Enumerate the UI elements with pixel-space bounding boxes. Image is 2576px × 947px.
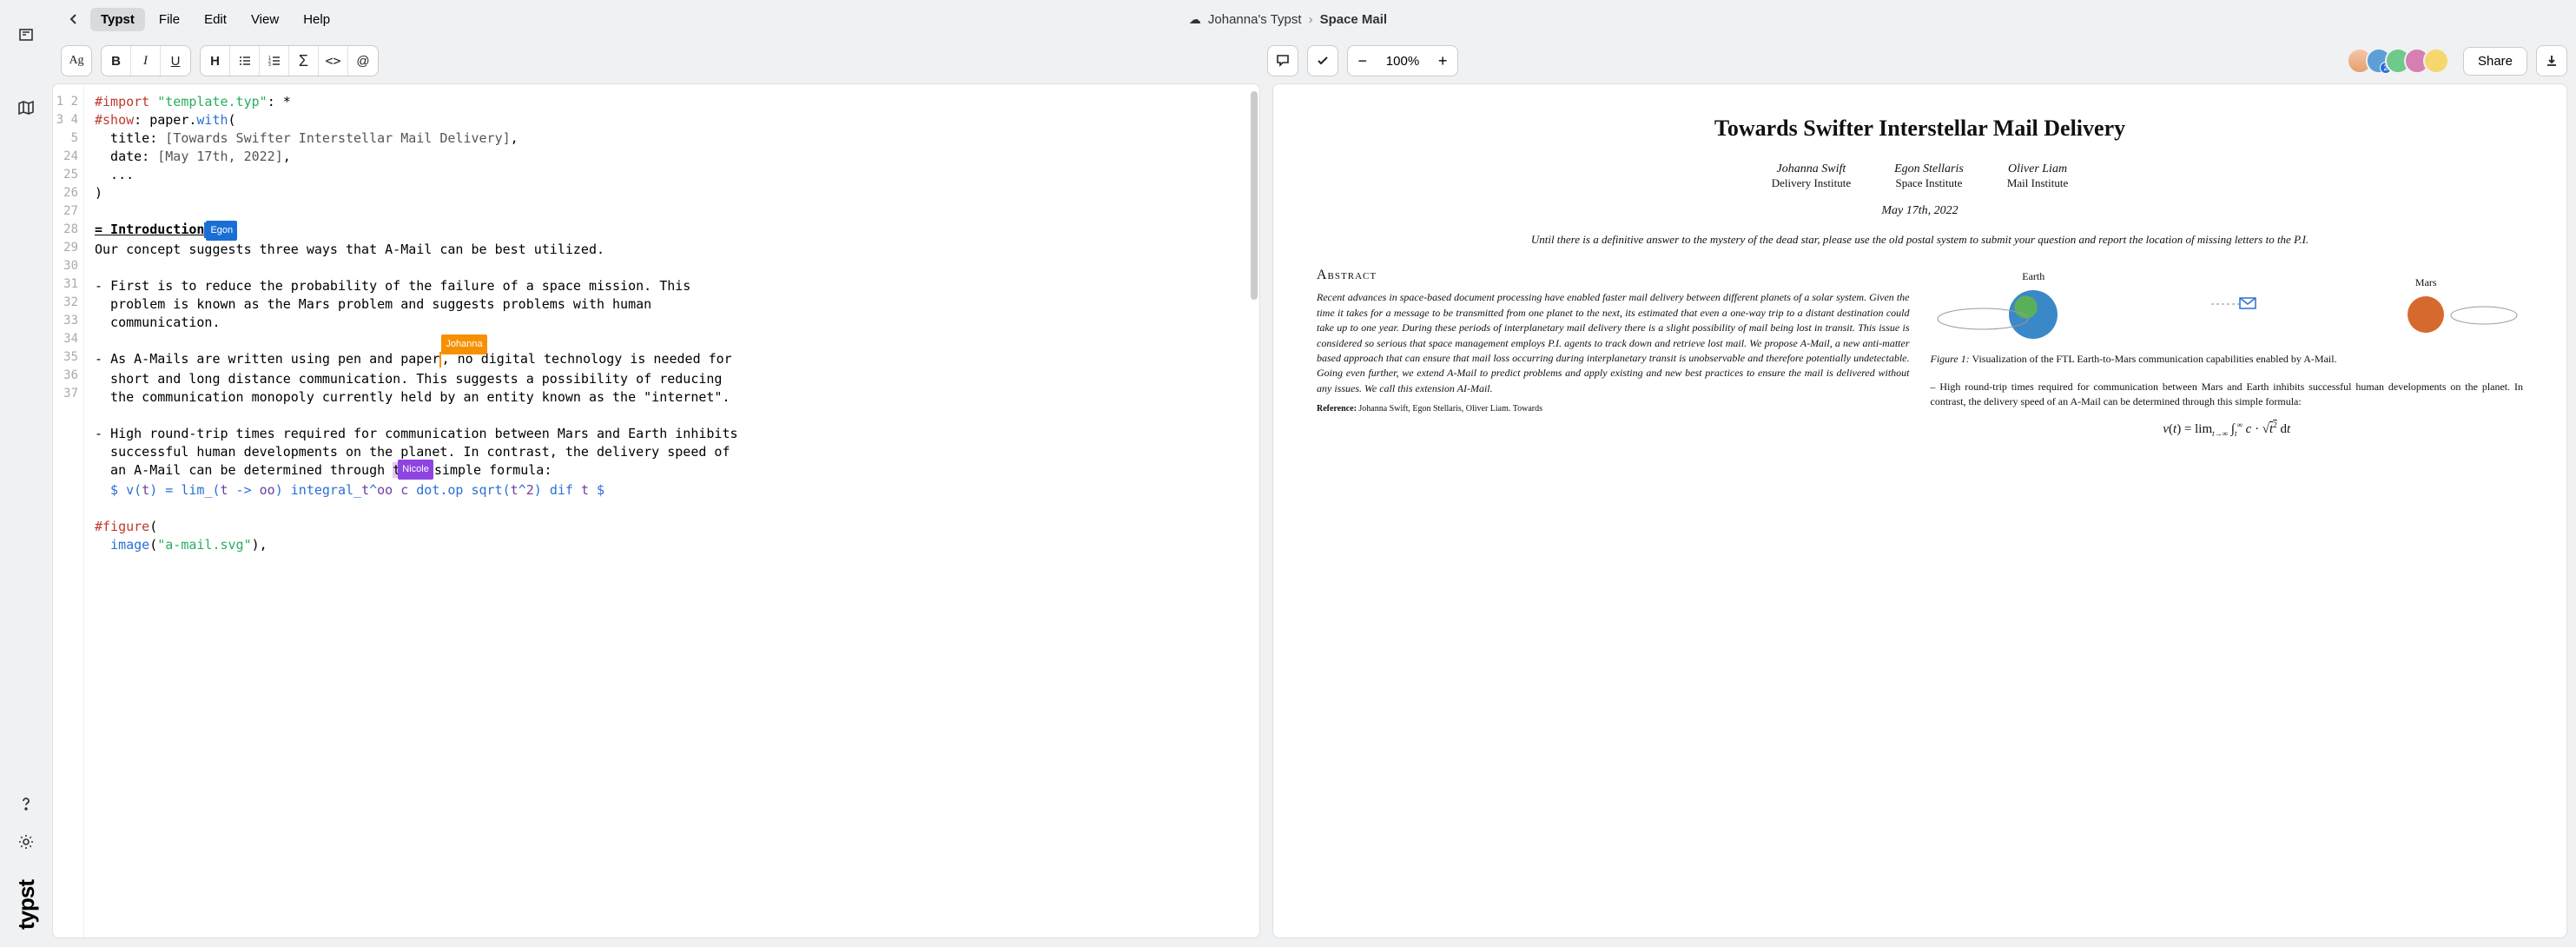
heading-button[interactable]: H <box>201 46 230 76</box>
orbit-icon <box>2449 298 2519 333</box>
download-button[interactable] <box>2536 45 2567 76</box>
paper-title: Towards Swifter Interstellar Mail Delive… <box>1317 116 2523 142</box>
font-picker[interactable]: Ag <box>61 45 92 76</box>
paper-date: May 17th, 2022 <box>1317 204 2523 218</box>
breadcrumb: ☁ Johanna's Typst › Space Mail <box>1189 12 1387 27</box>
orbit-icon <box>1935 301 2031 336</box>
menu-edit[interactable]: Edit <box>194 8 237 31</box>
mars-icon <box>2408 296 2444 333</box>
breadcrumb-current[interactable]: Space Mail <box>1320 12 1388 27</box>
avatar[interactable] <box>2423 48 2449 74</box>
author: Egon StellarisSpace Institute <box>1894 162 1964 190</box>
check-button[interactable] <box>1307 45 1338 76</box>
map-icon[interactable] <box>9 90 43 125</box>
bullet-list-button[interactable] <box>230 46 260 76</box>
reference-line: Reference: Johanna Swift, Egon Stellaris… <box>1317 403 1910 416</box>
code-button[interactable]: <> <box>319 46 348 76</box>
cloud-icon: ☁ <box>1189 12 1201 27</box>
help-icon[interactable] <box>9 786 43 821</box>
typst-logo: typst <box>13 880 40 930</box>
bold-button[interactable]: B <box>102 46 131 76</box>
menu-file[interactable]: File <box>149 8 190 31</box>
numbered-list-button[interactable]: 123 <box>260 46 289 76</box>
editor-scrollbar[interactable] <box>1251 91 1258 300</box>
math-button[interactable]: Σ <box>289 46 319 76</box>
bullet-item: High round-trip times required for commu… <box>1931 380 2524 410</box>
abstract-heading: Abstract <box>1317 265 1910 285</box>
line-gutter: 1 2 3 4 5 24 25 26 27 28 29 30 31 32 33 … <box>53 84 84 937</box>
author: Oliver LiamMail Institute <box>2007 162 2068 190</box>
menu-help[interactable]: Help <box>293 8 340 31</box>
settings-icon[interactable] <box>9 824 43 859</box>
menubar: Typst File Edit View Help ☁ Johanna's Ty… <box>52 0 2576 38</box>
zoom-group: − 100% + <box>1347 45 1458 76</box>
authors-row: Johanna SwiftDelivery Institute Egon Ste… <box>1317 162 2523 190</box>
figure: Earth Mars <box>1931 265 2524 343</box>
cursor-nicole: Nicole <box>398 460 433 480</box>
share-button[interactable]: Share <box>2463 47 2527 76</box>
formula: v(t) = limt→∞ ∫t∞ c · √t2 dt <box>1931 420 2524 440</box>
menu-view[interactable]: View <box>241 8 289 31</box>
reference-button[interactable]: @ <box>348 46 378 76</box>
zoom-level: 100% <box>1377 54 1428 69</box>
text-style-group: B I U <box>101 45 191 76</box>
editor-panel[interactable]: 1 2 3 4 5 24 25 26 27 28 29 30 31 32 33 … <box>52 83 1260 938</box>
abstract-text: Recent advances in space-based document … <box>1317 290 1910 396</box>
mail-icon <box>2207 291 2259 317</box>
zoom-out-button[interactable]: − <box>1348 52 1377 70</box>
figure-caption: Figure 1: Visualization of the FTL Earth… <box>1931 352 2524 367</box>
figure-column: Earth Mars Figure 1: Visualization of th… <box>1931 265 2524 440</box>
toolbar: Ag B I U H 123 Σ <> @ − 100% + <box>52 38 2576 83</box>
cursor-egon: Egon <box>206 221 237 241</box>
svg-text:3: 3 <box>268 63 271 68</box>
zoom-in-button[interactable]: + <box>1428 52 1457 70</box>
cursor-johanna: Johanna <box>441 334 486 354</box>
author: Johanna SwiftDelivery Institute <box>1772 162 1851 190</box>
breadcrumb-sep: › <box>1309 12 1313 27</box>
collaborator-avatars[interactable]: 2 <box>2347 48 2449 74</box>
panel-icon[interactable] <box>9 17 43 52</box>
left-rail: typst <box>0 0 52 947</box>
code-editor[interactable]: #import "template.typ": * #show: paper.w… <box>84 84 1259 937</box>
preview-panel: Towards Swifter Interstellar Mail Delive… <box>1272 83 2567 938</box>
back-button[interactable] <box>61 13 87 25</box>
comment-button[interactable] <box>1267 45 1298 76</box>
italic-button[interactable]: I <box>131 46 161 76</box>
menu-typst[interactable]: Typst <box>90 8 145 31</box>
underline-button[interactable]: U <box>161 46 190 76</box>
paper-notice: Until there is a definitive answer to th… <box>1369 232 2471 248</box>
insert-group: H 123 Σ <> @ <box>200 45 379 76</box>
abstract-column: Abstract Recent advances in space-based … <box>1317 265 1910 440</box>
breadcrumb-root[interactable]: Johanna's Typst <box>1208 12 1302 27</box>
